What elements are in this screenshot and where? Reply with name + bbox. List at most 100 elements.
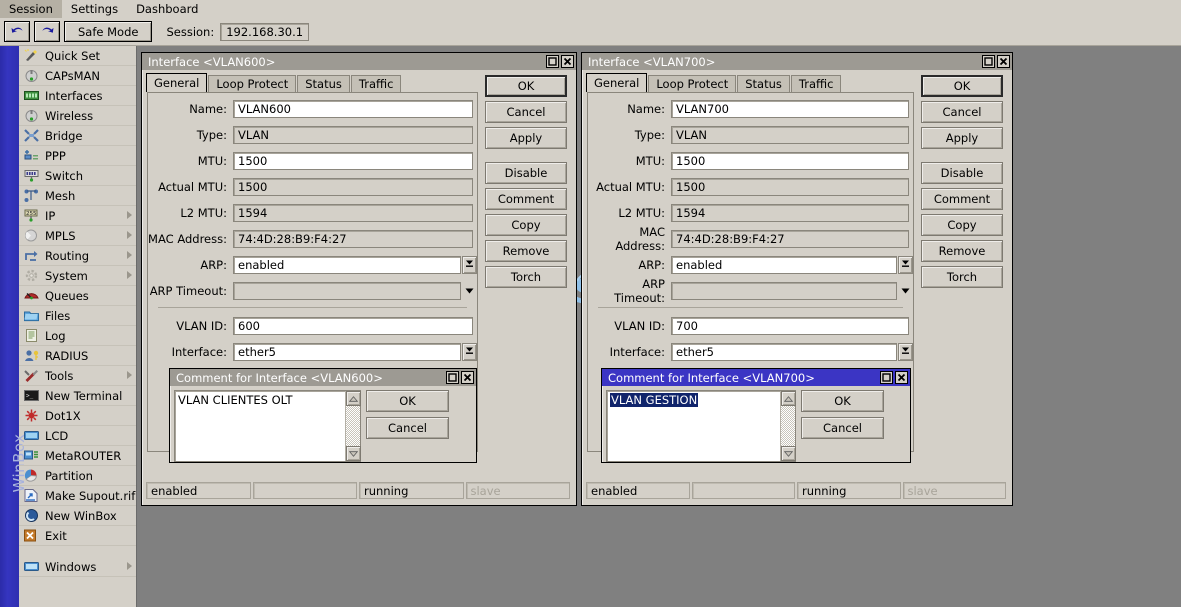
close-button[interactable]	[997, 55, 1010, 68]
tab-status[interactable]: Status	[737, 75, 790, 92]
sidebar-item-new-winbox[interactable]: New WinBox	[19, 506, 137, 526]
copy-button[interactable]: Copy	[485, 214, 567, 236]
mtu-field[interactable]: 1500	[671, 152, 909, 170]
sidebar-item-ip[interactable]: 255IP	[19, 206, 137, 226]
comment-dialog-vlan600[interactable]: Comment for Interface <VLAN600> VLAN CLIE…	[169, 368, 477, 463]
comment-vertical-scrollbar[interactable]	[345, 391, 360, 461]
close-button[interactable]	[461, 371, 474, 384]
maximize-button[interactable]	[982, 55, 995, 68]
arp-field[interactable]: enabled	[671, 256, 897, 274]
sidebar-item-partition[interactable]: Partition	[19, 466, 137, 486]
sidebar-item-interfaces[interactable]: Interfaces	[19, 86, 137, 106]
arp-field[interactable]: enabled	[233, 256, 461, 274]
sidebar-item-bridge[interactable]: Bridge	[19, 126, 137, 146]
close-button[interactable]	[561, 55, 574, 68]
sidebar-item-wireless[interactable]: Wireless	[19, 106, 137, 126]
remove-button[interactable]: Remove	[485, 240, 567, 262]
sidebar-item-new-terminal[interactable]: >_New Terminal	[19, 386, 137, 406]
interface-dropdown-button[interactable]	[462, 343, 477, 361]
session-address-field[interactable]: 192.168.30.1	[220, 23, 309, 41]
remove-button[interactable]: Remove	[921, 240, 1003, 262]
comment-textarea[interactable]: VLAN GESTION	[606, 390, 796, 462]
sidebar-item-routing[interactable]: Routing	[19, 246, 137, 266]
arp-timeout-dropdown-button[interactable]	[462, 282, 477, 300]
sidebar-item-exit[interactable]: Exit	[19, 526, 137, 546]
maximize-button[interactable]	[880, 371, 893, 384]
sidebar-item-windows[interactable]: Windows	[19, 557, 137, 577]
menu-session[interactable]: Session	[0, 0, 62, 18]
arp-timeout-dropdown-button[interactable]	[898, 282, 913, 300]
copy-button[interactable]: Copy	[921, 214, 1003, 236]
maximize-button[interactable]	[546, 55, 559, 68]
window-title-bar[interactable]: Interface <VLAN600>	[142, 53, 576, 70]
scroll-down-button[interactable]	[346, 446, 361, 461]
disable-button[interactable]: Disable	[485, 162, 567, 184]
tab-general[interactable]: General	[146, 73, 207, 92]
disable-button[interactable]: Disable	[921, 162, 1003, 184]
comment-ok-button[interactable]: OK	[366, 390, 449, 412]
tab-loop-protect[interactable]: Loop Protect	[648, 75, 736, 92]
comment-cancel-button[interactable]: Cancel	[801, 417, 884, 439]
sidebar-item-dot1x[interactable]: Dot1X	[19, 406, 137, 426]
tab-traffic[interactable]: Traffic	[791, 75, 842, 92]
menu-dashboard[interactable]: Dashboard	[127, 0, 207, 18]
sidebar-item-capsman[interactable]: CAPsMAN	[19, 66, 137, 86]
apply-button[interactable]: Apply	[485, 127, 567, 149]
cancel-button[interactable]: Cancel	[921, 101, 1003, 123]
comment-dialog-vlan700[interactable]: Comment for Interface <VLAN700> VLAN GEST…	[601, 368, 911, 463]
comment-textarea[interactable]: VLAN CLIENTES OLT	[174, 390, 361, 462]
interface-field[interactable]: ether5	[233, 343, 461, 361]
sidebar-item-files[interactable]: Files	[19, 306, 137, 326]
redo-button[interactable]	[34, 21, 60, 42]
torch-button[interactable]: Torch	[485, 266, 567, 288]
interface-field[interactable]: ether5	[671, 343, 897, 361]
tab-status[interactable]: Status	[297, 75, 350, 92]
undo-button[interactable]	[4, 21, 30, 42]
sidebar-item-quick-set[interactable]: Quick Set	[19, 46, 137, 66]
sidebar-item-log[interactable]: Log	[19, 326, 137, 346]
comment-button[interactable]: Comment	[921, 188, 1003, 210]
ok-button[interactable]: OK	[485, 75, 567, 97]
arp-dropdown-button[interactable]	[462, 256, 477, 274]
torch-button[interactable]: Torch	[921, 266, 1003, 288]
mtu-field[interactable]: 1500	[233, 152, 473, 170]
sidebar-item-radius[interactable]: RADIUS	[19, 346, 137, 366]
ok-button[interactable]: OK	[921, 75, 1003, 97]
comment-cancel-button[interactable]: Cancel	[366, 417, 449, 439]
comment-button[interactable]: Comment	[485, 188, 567, 210]
scroll-up-button[interactable]	[781, 391, 796, 406]
sidebar-item-tools[interactable]: Tools	[19, 366, 137, 386]
safe-mode-button[interactable]: Safe Mode	[64, 21, 152, 42]
close-button[interactable]	[895, 371, 908, 384]
interface-window-vlan700[interactable]: Interface <VLAN700> GeneralLoop ProtectSt…	[581, 52, 1013, 506]
maximize-button[interactable]	[446, 371, 459, 384]
sidebar-item-switch[interactable]: Switch	[19, 166, 137, 186]
arp-dropdown-button[interactable]	[898, 256, 913, 274]
tab-general[interactable]: General	[586, 73, 647, 92]
sidebar-item-metarouter[interactable]: MetaROUTER	[19, 446, 137, 466]
sidebar-item-lcd[interactable]: LCD	[19, 426, 137, 446]
scroll-up-button[interactable]	[346, 391, 361, 406]
window-title-bar[interactable]: Interface <VLAN700>	[582, 53, 1012, 70]
scroll-down-button[interactable]	[781, 446, 796, 461]
name-field[interactable]: VLAN600	[233, 100, 473, 118]
sidebar-item-mesh[interactable]: Mesh	[19, 186, 137, 206]
tab-loop-protect[interactable]: Loop Protect	[208, 75, 296, 92]
vlan-id-field[interactable]: 700	[671, 317, 909, 335]
cancel-button[interactable]: Cancel	[485, 101, 567, 123]
vlan-id-field[interactable]: 600	[233, 317, 473, 335]
sidebar-item-system[interactable]: System	[19, 266, 137, 286]
tab-traffic[interactable]: Traffic	[351, 75, 402, 92]
menu-settings[interactable]: Settings	[62, 0, 127, 18]
sidebar-item-queues[interactable]: Queues	[19, 286, 137, 306]
sidebar-item-ppp[interactable]: PPP	[19, 146, 137, 166]
name-field[interactable]: VLAN700	[671, 100, 909, 118]
sidebar-item-make-supout-rif[interactable]: Make Supout.rif	[19, 486, 137, 506]
sidebar-item-mpls[interactable]: MPLS	[19, 226, 137, 246]
comment-dialog-title-bar[interactable]: Comment for Interface <VLAN700>	[602, 369, 910, 386]
interface-dropdown-button[interactable]	[898, 343, 913, 361]
comment-dialog-title-bar[interactable]: Comment for Interface <VLAN600>	[170, 369, 476, 386]
interface-window-vlan600[interactable]: Interface <VLAN600> GeneralLoop ProtectSt…	[141, 52, 577, 506]
apply-button[interactable]: Apply	[921, 127, 1003, 149]
comment-vertical-scrollbar[interactable]	[780, 391, 795, 461]
